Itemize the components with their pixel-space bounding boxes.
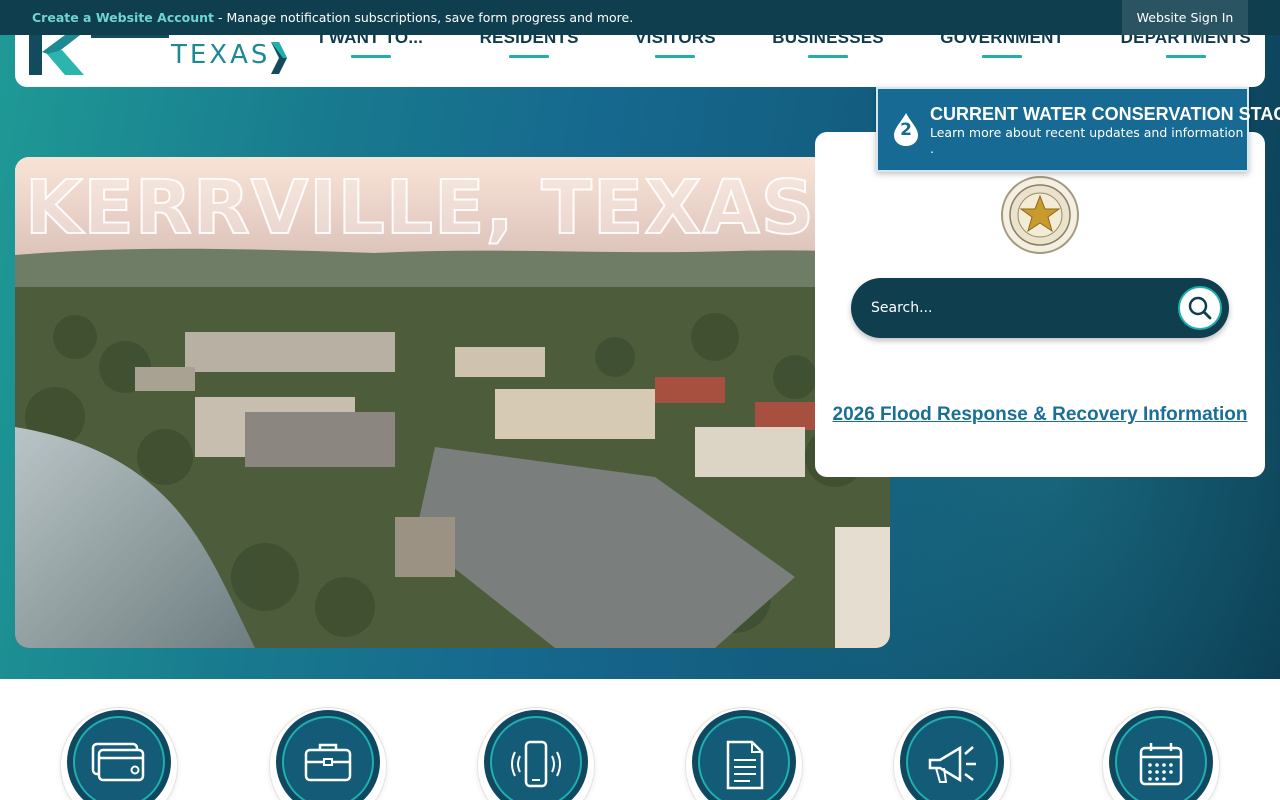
quick-link-business[interactable] bbox=[270, 708, 386, 800]
nav-underline bbox=[808, 55, 849, 58]
hero-title: KERRVILLE, TEXAS bbox=[24, 164, 816, 252]
nav-underline bbox=[655, 55, 696, 58]
quick-link-documents[interactable] bbox=[686, 708, 802, 800]
search-panel: 2026 Flood Response & Recovery Informati… bbox=[815, 132, 1265, 477]
notification-text: Create a Website Account - Manage notifi… bbox=[0, 10, 633, 25]
create-account-link[interactable]: Create a Website Account bbox=[32, 10, 214, 25]
alert-description: Learn more about recent updates and info… bbox=[930, 125, 1244, 156]
notification-bar: Create a Website Account - Manage notifi… bbox=[0, 0, 1280, 35]
calendar-icon bbox=[1139, 743, 1183, 786]
search-button[interactable] bbox=[1178, 286, 1222, 330]
notification-description: - Manage notification subscriptions, sav… bbox=[214, 10, 634, 25]
quick-links-row bbox=[0, 679, 1280, 800]
alert-title: CURRENT WATER CONSERVATION STAGE bbox=[930, 104, 1280, 124]
search-icon bbox=[1188, 296, 1212, 320]
nav-underline bbox=[1165, 55, 1206, 58]
nav-underline bbox=[351, 55, 392, 58]
hero-aerial-photo: KERRVILLE, TEXAS bbox=[15, 157, 890, 648]
quick-link-calendar[interactable] bbox=[1103, 708, 1219, 800]
briefcase-icon bbox=[304, 743, 352, 782]
quick-link-news[interactable] bbox=[894, 708, 1010, 800]
document-icon bbox=[726, 740, 764, 790]
search-bar bbox=[851, 278, 1229, 338]
flood-response-link[interactable]: 2026 Flood Response & Recovery Informati… bbox=[815, 404, 1265, 426]
megaphone-icon bbox=[928, 745, 976, 783]
mobile-phone-icon bbox=[511, 740, 561, 788]
stage-number: 2 bbox=[900, 120, 912, 140]
logo-k-mark-icon bbox=[29, 32, 169, 75]
search-input[interactable] bbox=[871, 278, 1171, 338]
logo-chevron-icon bbox=[271, 42, 287, 74]
logo-state-text: TEXAS bbox=[171, 40, 271, 70]
credit-card-icon bbox=[91, 742, 145, 782]
city-seal-icon bbox=[1001, 176, 1079, 254]
quick-link-payments[interactable] bbox=[61, 708, 177, 800]
kerrville-logo[interactable]: TEXAS bbox=[29, 32, 289, 78]
quick-link-notify[interactable] bbox=[478, 708, 594, 800]
nav-underline bbox=[509, 55, 550, 58]
nav-underline bbox=[982, 55, 1023, 58]
water-conservation-alert[interactable]: 2 CURRENT WATER CONSERVATION STAGE Learn… bbox=[876, 87, 1280, 172]
website-sign-in-button[interactable]: Website Sign In bbox=[1122, 0, 1248, 35]
